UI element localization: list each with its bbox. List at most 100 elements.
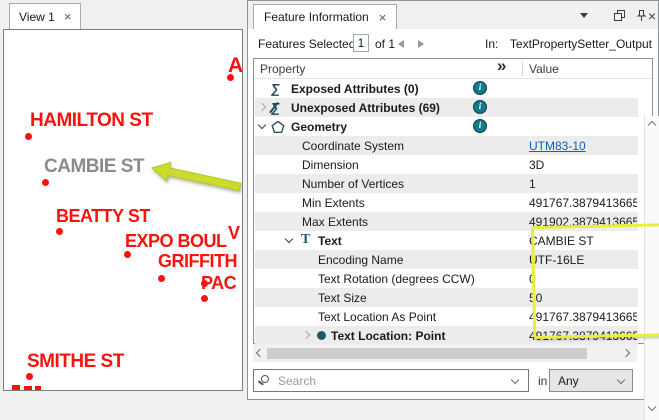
features-selected-label: Features Selected: — [258, 37, 359, 51]
info-icon[interactable]: i — [473, 81, 487, 95]
property-name: Number of Vertices — [302, 177, 404, 191]
property-value: UTF-16LE — [529, 253, 637, 267]
property-value: 50 — [529, 291, 637, 305]
chevron-down-icon[interactable] — [511, 376, 519, 384]
table-row[interactable]: Number of Vertices 1 — [255, 174, 638, 193]
street-label-partial-v[interactable]: V — [228, 223, 240, 244]
tab-view-1[interactable]: View 1 × — [9, 3, 81, 29]
search-input[interactable] — [278, 371, 508, 390]
street-label-hamilton[interactable]: HAMILTON ST — [30, 110, 153, 132]
expand-columns-icon[interactable]: » — [497, 56, 504, 76]
close-icon[interactable]: × — [379, 11, 387, 24]
search-scope-value: Any — [558, 374, 579, 388]
selected-feature-index[interactable]: 1 — [353, 34, 369, 52]
map-point[interactable] — [158, 275, 165, 282]
map-point[interactable] — [201, 295, 208, 302]
next-feature-button[interactable] — [418, 40, 424, 48]
close-icon[interactable]: × — [64, 10, 72, 23]
property-name: Coordinate System — [302, 139, 404, 153]
panel-menu-button[interactable] — [576, 8, 592, 23]
property-value: 491767.3879413665, — [529, 310, 637, 324]
property-value: 491902.3879413665, — [529, 215, 637, 229]
map-point[interactable] — [201, 280, 208, 287]
collapse-chevron-icon[interactable] — [258, 121, 266, 129]
table-row[interactable]: Text Location: Point 491767.3879413665, — [255, 326, 638, 345]
table-row[interactable]: Text Rotation (degrees CCW) 0 — [255, 269, 638, 288]
expand-chevron-icon[interactable] — [258, 103, 266, 111]
street-label-griffith[interactable]: GRIFFITH — [158, 251, 237, 272]
chevron-down-icon — [617, 376, 625, 384]
map-point[interactable] — [42, 179, 49, 186]
feature-info-tabbar: Feature Information × × — [248, 1, 658, 29]
street-label-smithe[interactable]: SMITHE ST — [27, 351, 124, 373]
info-icon[interactable]: i — [473, 119, 487, 133]
scroll-right-icon[interactable] — [622, 349, 630, 357]
scroll-down-icon[interactable] — [648, 403, 656, 411]
map-point[interactable] — [25, 133, 32, 140]
property-value: CAMBIE ST — [529, 234, 637, 248]
property-name: Max Extents — [302, 215, 368, 229]
info-icon[interactable]: i — [473, 100, 487, 114]
table-row[interactable]: Max Extents 491902.3879413665, — [255, 212, 638, 231]
property-name: Dimension — [302, 158, 359, 172]
property-name: Min Extents — [302, 196, 365, 210]
chevron-down-icon — [580, 13, 588, 18]
tab-feature-information[interactable]: Feature Information × — [253, 4, 397, 29]
property-column-header[interactable]: Property — [260, 62, 305, 76]
property-name: Encoding Name — [318, 253, 403, 267]
exposed-attributes-icon: ∑ — [270, 81, 281, 96]
coordinate-system-link[interactable]: UTM83-10 — [529, 139, 586, 153]
property-value: 491767.3879413665, — [529, 329, 637, 343]
table-row[interactable]: Coordinate System UTM83-10 — [255, 136, 638, 155]
property-name: Geometry — [291, 120, 347, 134]
column-divider[interactable] — [522, 62, 523, 76]
clipped-street-label — [12, 385, 20, 391]
property-name: Text — [318, 234, 342, 248]
scroll-up-icon[interactable] — [648, 121, 656, 129]
street-label-expo[interactable]: EXPO BOUL — [125, 231, 227, 252]
close-icon: × — [648, 9, 656, 23]
feature-information-panel: Feature Information × × Features Selecte… — [247, 0, 659, 400]
map-viewport[interactable]: A HAMILTON ST CAMBIE ST BEATTY ST EXPO B… — [3, 29, 243, 391]
float-window-button[interactable] — [611, 8, 627, 23]
previous-feature-button[interactable] — [398, 40, 404, 48]
tab-view-1-label: View 1 — [19, 10, 55, 24]
table-row[interactable]: Encoding Name UTF-16LE — [255, 250, 638, 269]
map-point[interactable] — [26, 373, 33, 380]
close-panel-button[interactable]: × — [644, 8, 659, 23]
property-name: Unexposed Attributes (69) — [291, 101, 440, 115]
scrollbar-thumb[interactable] — [267, 348, 587, 359]
street-label-beatty[interactable]: BEATTY ST — [56, 206, 150, 227]
in-label: In: — [485, 37, 498, 51]
map-point[interactable] — [124, 251, 131, 258]
street-label-cambie-selected[interactable]: CAMBIE ST — [44, 156, 144, 178]
value-column-header[interactable]: Value — [529, 62, 559, 76]
collapse-chevron-icon[interactable] — [285, 235, 293, 243]
table-header: Property » Value — [254, 59, 652, 79]
search-box[interactable] — [253, 369, 529, 392]
property-name: Exposed Attributes (0) — [291, 82, 419, 96]
table-row[interactable]: Text Location As Point 491767.3879413665… — [255, 307, 638, 326]
search-scope-dropdown[interactable]: Any — [549, 369, 633, 392]
map-point[interactable] — [227, 74, 234, 81]
expand-chevron-icon[interactable] — [302, 331, 310, 339]
table-row[interactable]: Min Extents 491767.3879413665, — [255, 193, 638, 212]
map-point[interactable] — [56, 228, 63, 235]
table-row[interactable]: ∑ Exposed Attributes (0) i — [255, 79, 638, 98]
table-row[interactable]: T Text CAMBIE ST — [255, 231, 638, 250]
table-row[interactable]: Dimension 3D — [255, 155, 638, 174]
table-row[interactable]: Geometry i — [255, 117, 638, 136]
geometry-icon — [271, 120, 285, 134]
property-name: Text Rotation (degrees CCW) — [318, 272, 475, 286]
vertical-scrollbar[interactable] — [644, 116, 659, 420]
property-name: Text Location As Point — [318, 310, 436, 324]
search-icon — [261, 375, 269, 383]
view-panel: View 1 × A HAMILTON ST CAMBIE ST BEATTY … — [0, 0, 247, 400]
table-row[interactable]: Text Size 50 — [255, 288, 638, 307]
selection-toolbar: Features Selected: 1 of 1 In: TextProper… — [249, 30, 658, 57]
scroll-left-icon[interactable] — [256, 349, 264, 357]
point-icon — [317, 331, 326, 340]
table-row[interactable]: ∑ Unexposed Attributes (69) i — [255, 98, 638, 117]
property-table: Property » Value ∑ Exposed Attributes (0… — [253, 58, 653, 344]
horizontal-scrollbar[interactable] — [253, 345, 637, 362]
